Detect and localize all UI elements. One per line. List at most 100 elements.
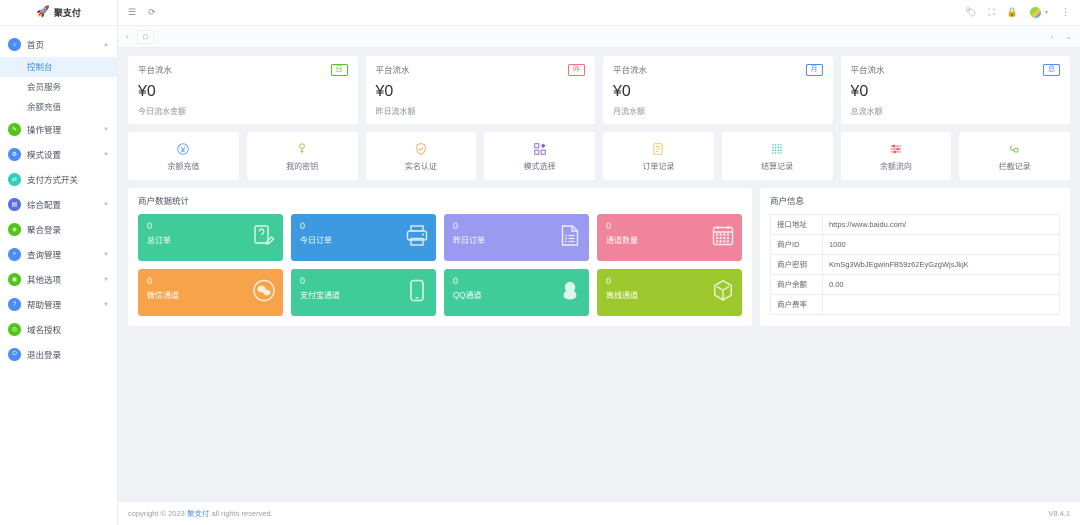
- merchant-info-title: 商户信息: [760, 188, 1070, 214]
- quick-action-6[interactable]: 余额流向: [841, 132, 952, 180]
- stat-sub: 今日流水金额: [138, 106, 348, 117]
- quick-action-label: 模式选择: [524, 161, 556, 172]
- infinity-icon: [1008, 141, 1022, 157]
- info-key: 接口地址: [771, 215, 823, 235]
- sidebar-item-0[interactable]: ⌂首页▲: [0, 32, 117, 57]
- quick-action-label: 余额流向: [880, 161, 912, 172]
- stat-tile-7[interactable]: 0离线通道: [597, 269, 742, 316]
- sidebar-item-label: 查询管理: [27, 249, 61, 261]
- quick-action-1[interactable]: 我的密钥: [247, 132, 358, 180]
- sidebar-item-label: 操作管理: [27, 124, 61, 136]
- status-badge: 昨: [568, 64, 585, 76]
- sidebar-item-label: 首页: [27, 39, 44, 51]
- fullscreen-icon[interactable]: ⛶: [989, 8, 995, 17]
- sidebar-icon-9: ◎: [8, 323, 21, 336]
- stat-tile-1[interactable]: 0今日订单: [291, 214, 436, 261]
- stat-tile-3[interactable]: 0通道数量: [597, 214, 742, 261]
- stat-value: ¥0: [376, 83, 586, 101]
- sidebar-item-6[interactable]: ⌕查询管理▼: [0, 242, 117, 267]
- quick-action-5[interactable]: 结算记录: [722, 132, 833, 180]
- sidebar-icon-4: ▤: [8, 198, 21, 211]
- doc-question-icon: [252, 223, 276, 252]
- sidebar-item-label: 域名授权: [27, 324, 61, 336]
- more-vertical-icon[interactable]: ⋮: [1061, 8, 1070, 17]
- chevron-down-icon: ▼: [1044, 10, 1049, 16]
- stat-tile-0[interactable]: 0总订单: [138, 214, 283, 261]
- stat-card-0: 平台流水日¥0今日流水金额: [128, 56, 358, 124]
- quick-action-2[interactable]: 实名认证: [366, 132, 477, 180]
- quick-action-3[interactable]: 模式选择: [484, 132, 595, 180]
- stat-tile-2[interactable]: 0昨日订单: [444, 214, 589, 261]
- stat-cards: 平台流水日¥0今日流水金额平台流水昨¥0昨日流水额平台流水月¥0月流水额平台流水…: [128, 56, 1070, 124]
- topbar: ☰ ⟳ 🏷 ⛶ 🔒 ▼ ⋮: [118, 0, 1080, 26]
- chevron-right-icon[interactable]: ›: [1051, 32, 1054, 41]
- info-key: 商户ID: [771, 235, 823, 255]
- sidebar-item-9[interactable]: ◎ 域名授权: [0, 317, 117, 342]
- chevron-icon: ▼: [103, 152, 109, 158]
- stat-value: ¥0: [851, 83, 1061, 101]
- key-icon: [295, 141, 309, 157]
- main-area: ☰ ⟳ 🏷 ⛶ 🔒 ▼ ⋮ ‹ ›: [118, 0, 1080, 525]
- sidebar-subitem-1[interactable]: 会员服务: [0, 77, 117, 97]
- lock-icon[interactable]: 🔒: [1007, 8, 1018, 17]
- copyright-suffix: all rights reserved.: [209, 509, 272, 518]
- dots-grid-icon: [770, 141, 784, 157]
- info-value: 0.00: [823, 275, 1060, 295]
- sidebar-item-3[interactable]: ⇄支付方式开关: [0, 167, 117, 192]
- printer-icon: [405, 223, 429, 252]
- info-key: 商户费率: [771, 295, 823, 315]
- chevron-down-icon[interactable]: ⌄: [1065, 32, 1072, 41]
- quick-action-7[interactable]: 拦截记录: [959, 132, 1070, 180]
- stat-tile-5[interactable]: 0支付宝通道: [291, 269, 436, 316]
- avatar-menu[interactable]: ▼: [1030, 7, 1049, 18]
- sliders-icon: [889, 141, 903, 157]
- brand-link[interactable]: 聚支付: [187, 509, 210, 518]
- sidebar-item-8[interactable]: ?帮助管理▼: [0, 292, 117, 317]
- sidebar-item-1[interactable]: ✎操作管理▼: [0, 117, 117, 142]
- logo[interactable]: 🚀 聚支付: [0, 0, 117, 26]
- home-icon: [142, 33, 149, 40]
- sidebar-icon-1: ✎: [8, 123, 21, 136]
- content: 平台流水日¥0今日流水金额平台流水昨¥0昨日流水额平台流水月¥0月流水额平台流水…: [118, 48, 1080, 501]
- sidebar-item-4[interactable]: ▤综合配置▼: [0, 192, 117, 217]
- sidebar-item-7[interactable]: ◉其他选项▼: [0, 267, 117, 292]
- copyright: copyright © 2023 聚支付 all rights reserved…: [128, 508, 273, 519]
- sidebar-item-label: 退出登录: [27, 349, 61, 361]
- stat-value: ¥0: [613, 83, 823, 101]
- table-row: 接口地址https://www.baidu.com/: [771, 215, 1060, 235]
- stat-tile-4[interactable]: 0微信通道: [138, 269, 283, 316]
- tabbar: ‹ › ⌄: [118, 26, 1080, 48]
- tag-icon[interactable]: 🏷: [965, 8, 976, 17]
- merchant-stats-panel: 商户数据统计 0总订单0今日订单0昨日订单0通道数量0微信通道0支付宝通道0QQ…: [128, 188, 752, 326]
- info-key: 商户余额: [771, 275, 823, 295]
- quick-action-4[interactable]: 订单记录: [603, 132, 714, 180]
- sidebar-icon-3: ⇄: [8, 173, 21, 186]
- sidebar-nav: ⌂首页▲控制台会员服务余额充值✎操作管理▼⚙模式设置▼⇄支付方式开关▤综合配置▼…: [0, 26, 117, 367]
- sidebar-icon-7: ◉: [8, 273, 21, 286]
- stat-tiles: 0总订单0今日订单0昨日订单0通道数量 0微信通道0支付宝通道0QQ通道0离线通道: [128, 214, 752, 326]
- stat-tile-6[interactable]: 0QQ通道: [444, 269, 589, 316]
- sidebar-subitem-2[interactable]: 余额充值: [0, 97, 117, 117]
- stat-sub: 昨日流水额: [376, 106, 586, 117]
- sidebar-icon-10: ⏻: [8, 348, 21, 361]
- sidebar-item-5[interactable]: ◈聚合登录: [0, 217, 117, 242]
- calendar-icon: [711, 223, 735, 252]
- info-value: [823, 295, 1060, 315]
- hamburger-icon[interactable]: ☰: [128, 8, 136, 17]
- table-row: 商户ID1000: [771, 235, 1060, 255]
- quick-action-0[interactable]: 余额充值: [128, 132, 239, 180]
- stat-card-3: 平台流水总¥0总流水额: [841, 56, 1071, 124]
- wechat-icon: [252, 278, 276, 307]
- app-root: 🚀 聚支付 ⌂首页▲控制台会员服务余额充值✎操作管理▼⚙模式设置▼⇄支付方式开关…: [0, 0, 1080, 525]
- cube-icon: [711, 278, 735, 307]
- sidebar-subitem-0[interactable]: 控制台: [0, 57, 117, 77]
- sidebar-item-2[interactable]: ⚙模式设置▼: [0, 142, 117, 167]
- stat-card-1: 平台流水昨¥0昨日流水额: [366, 56, 596, 124]
- quick-action-label: 实名认证: [405, 161, 437, 172]
- sidebar-item-10[interactable]: ⏻ 退出登录: [0, 342, 117, 367]
- refresh-icon[interactable]: ⟳: [148, 8, 156, 17]
- home-tab[interactable]: [137, 30, 154, 44]
- sidebar-icon-5: ◈: [8, 223, 21, 236]
- chevron-left-icon[interactable]: ‹: [126, 32, 129, 41]
- chevron-icon: ▼: [103, 302, 109, 308]
